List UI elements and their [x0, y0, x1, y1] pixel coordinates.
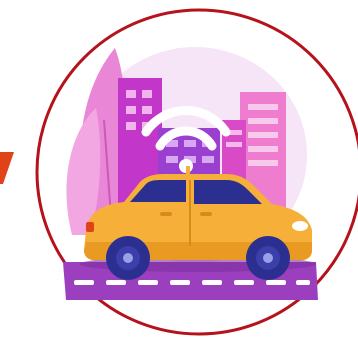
- accent-mark: [0, 152, 14, 184]
- connected-car-illustration: [0, 8, 358, 336]
- canvas: [0, 0, 358, 353]
